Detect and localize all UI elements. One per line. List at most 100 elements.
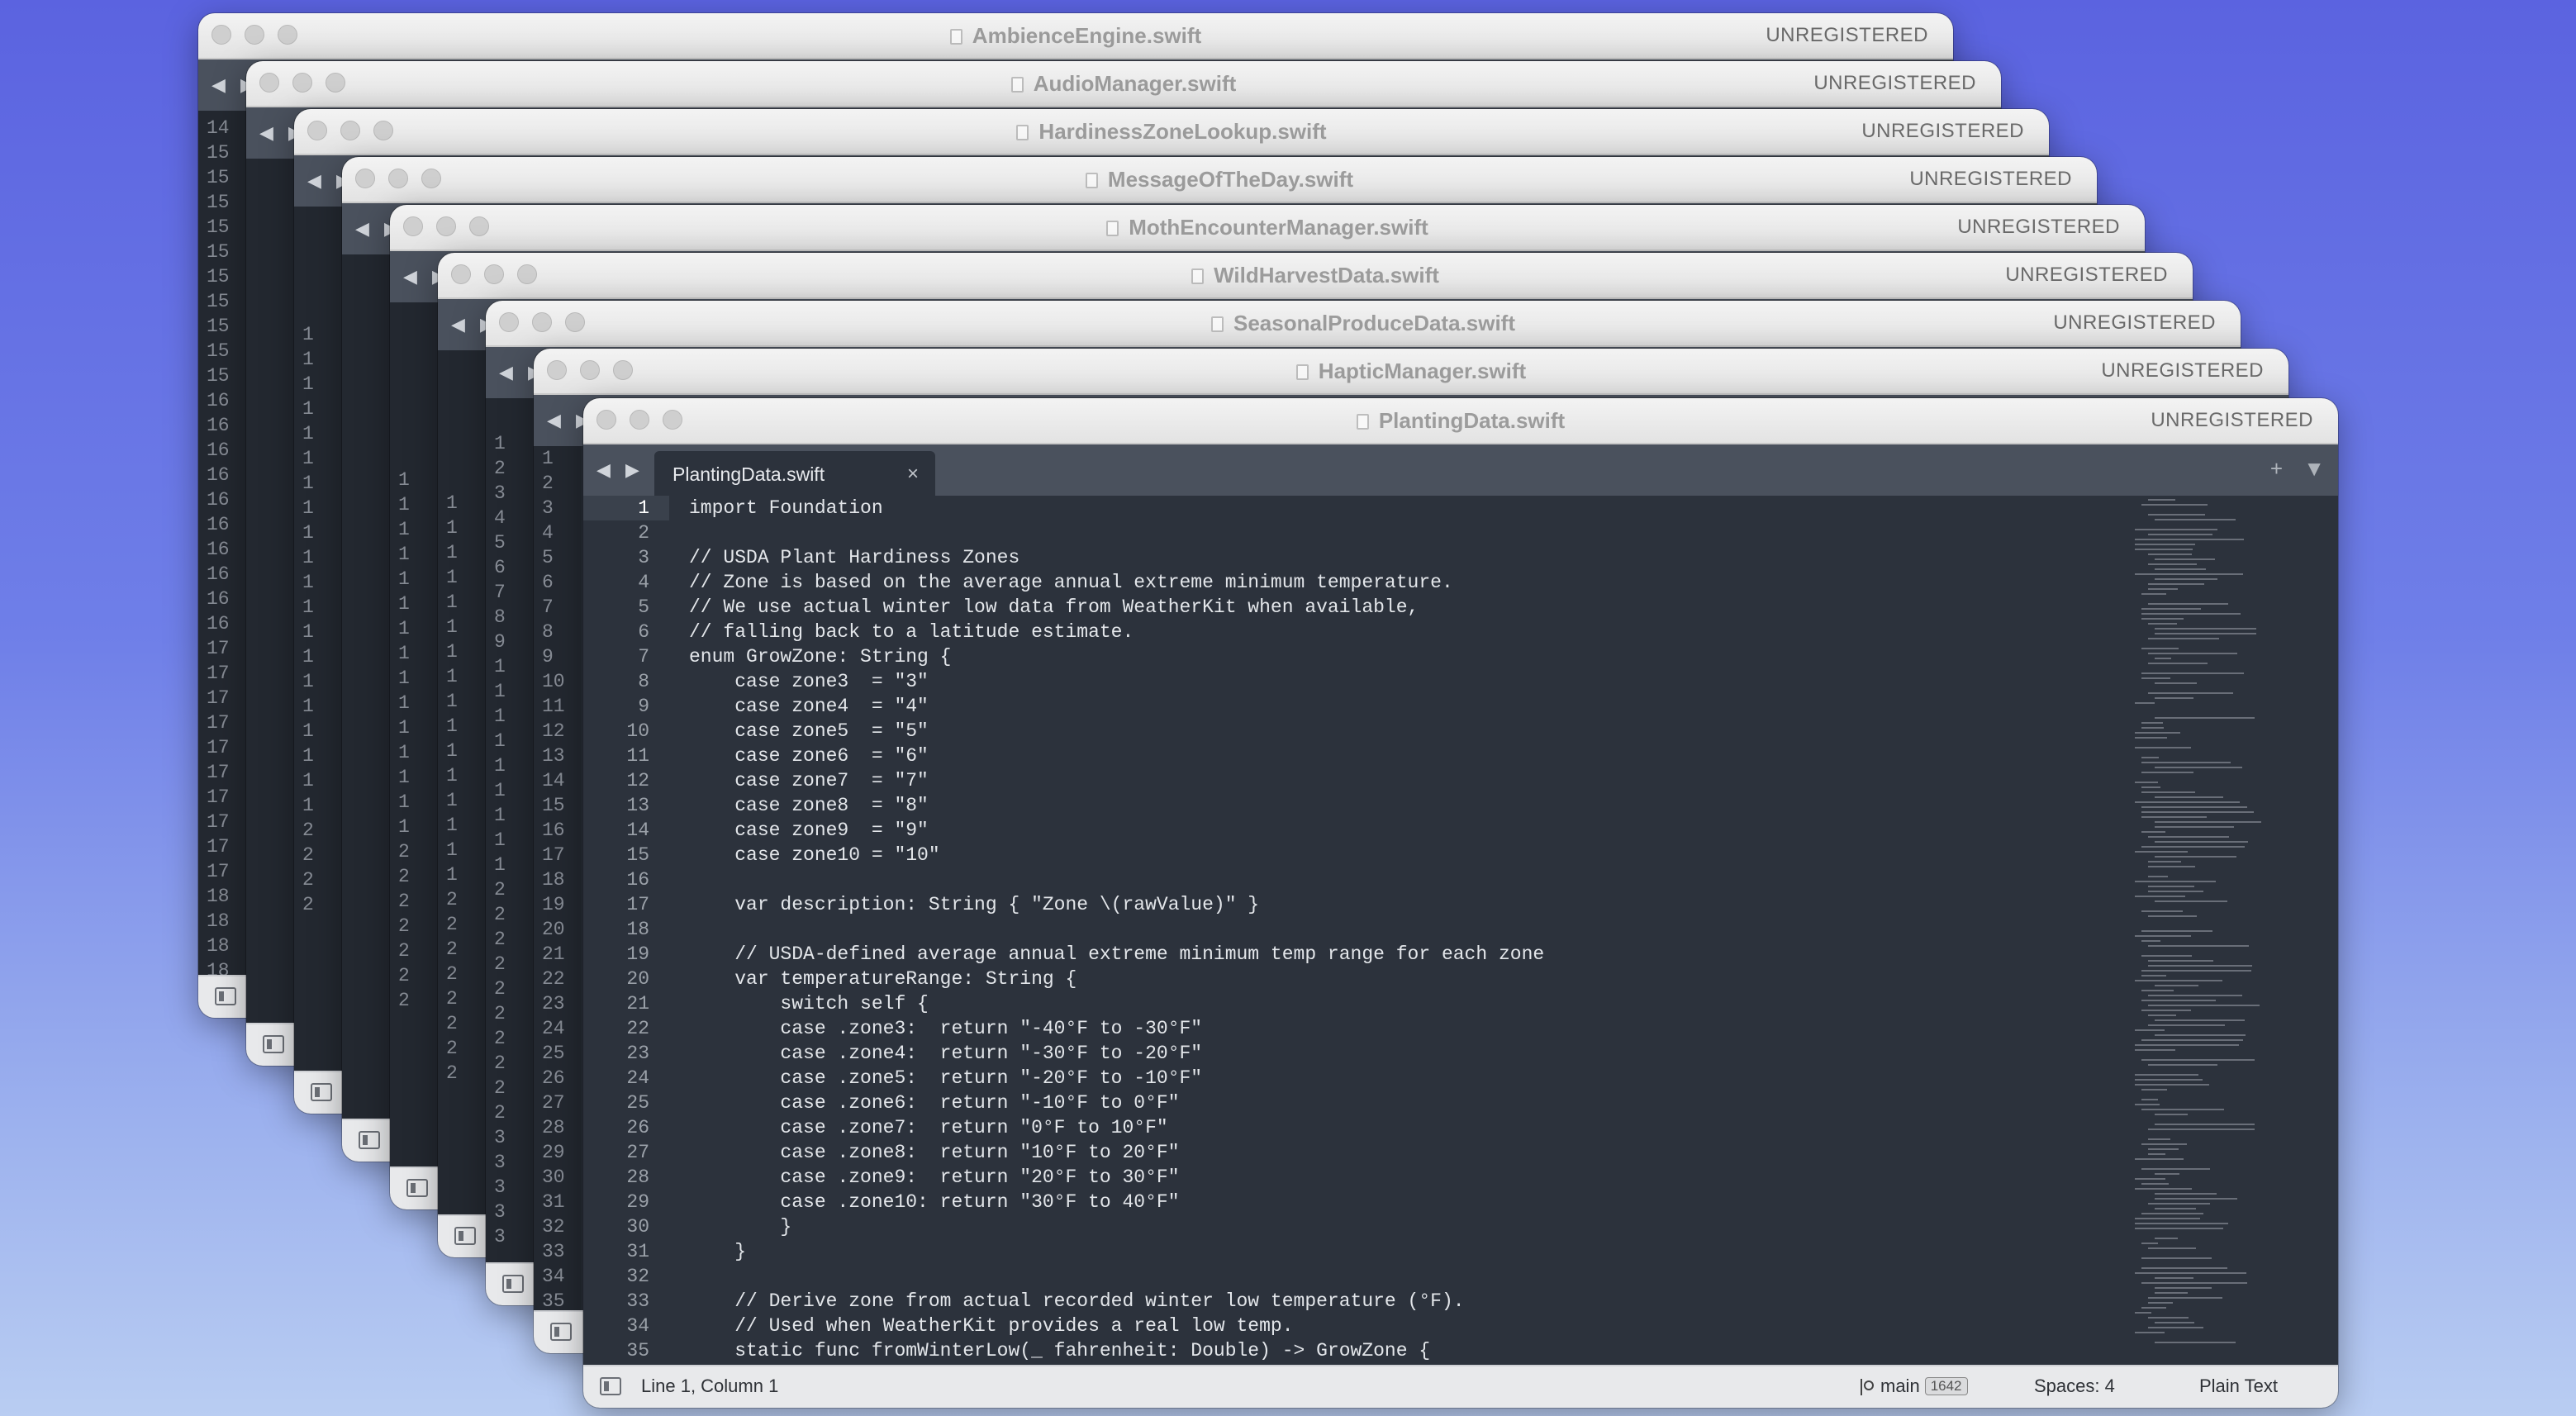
unregistered-label: UNREGISTERED [1813,72,1976,94]
window-title: WildHarvestData.swift [438,253,2193,297]
file-icon [1106,221,1119,236]
close-icon[interactable]: × [907,451,919,497]
code-line[interactable] [689,520,2123,545]
minimap-line [2141,1039,2243,1041]
code-line[interactable]: // Derive zone from actual recorded wint… [689,1289,2123,1314]
window-titlebar[interactable]: WildHarvestData.swift UNREGISTERED [438,253,2193,299]
syntax-selector[interactable]: Plain Text [2199,1366,2278,1406]
code-line[interactable]: case .zone4: return "-30°F to -20°F" [689,1041,2123,1066]
code-line[interactable]: case .zone6: return "-10°F to 0°F" [689,1091,2123,1115]
line-number: 23 [626,1043,649,1064]
window-titlebar[interactable]: SeasonalProduceData.swift UNREGISTERED [486,301,2241,347]
code-text[interactable]: import Foundation // USDA Plant Hardiness… [689,496,2123,1363]
line-number: 1 [446,864,458,886]
window-titlebar[interactable]: HardinessZoneLookup.swift UNREGISTERED [294,109,2049,155]
sidebar-toggle-icon[interactable] [263,1035,284,1053]
tab-plantingdata[interactable]: PlantingData.swift × [654,451,935,497]
tab-nav-arrows[interactable]: ◀ ▶ [596,459,644,481]
window-title-text: AudioManager.swift [1033,71,1237,96]
unregistered-label: UNREGISTERED [2005,264,2168,286]
code-line[interactable]: static func fromWinterLow(_ fahrenheit: … [689,1338,2123,1363]
cursor-position[interactable]: Line 1, Column 1 [641,1366,778,1406]
line-number: 17 [207,638,230,659]
code-line[interactable]: case .zone10: return "30°F to 40°F" [689,1190,2123,1214]
line-number: 2 [446,1038,458,1059]
minimap-line [2141,975,2166,976]
window-titlebar[interactable]: PlantingData.swift UNREGISTERED [583,398,2338,444]
code-line[interactable]: case zone8 = "8" [689,793,2123,818]
code-line[interactable]: switch self { [689,991,2123,1016]
minimap-line [2141,593,2166,595]
sidebar-toggle-icon[interactable] [215,987,236,1005]
sidebar-toggle-icon[interactable] [600,1377,621,1395]
code-line[interactable]: // USDA-defined average annual extreme m… [689,942,2123,967]
sidebar-toggle-icon[interactable] [502,1275,524,1293]
minimap-line [2148,623,2177,625]
minimap-line [2148,1129,2255,1130]
code-line[interactable]: // USDA Plant Hardiness Zones [689,545,2123,570]
minimap[interactable] [2128,496,2335,1366]
line-number: 17 [542,844,565,866]
code-line[interactable]: import Foundation [689,496,2123,520]
code-line[interactable]: var description: String { "Zone \(rawVal… [689,892,2123,917]
window-titlebar[interactable]: AudioManager.swift UNREGISTERED [246,61,2001,107]
sidebar-toggle-icon[interactable] [550,1323,572,1341]
line-number: 6 [494,557,506,578]
minimap-line [2155,985,2198,986]
code-line[interactable]: case .zone9: return "20°F to 30°F" [689,1165,2123,1190]
file-icon [1356,414,1369,430]
code-line[interactable]: case zone9 = "9" [689,818,2123,843]
code-line[interactable]: case .zone8: return "10°F to 20°F" [689,1140,2123,1165]
code-line[interactable]: case zone4 = "4" [689,694,2123,719]
line-number: 2 [398,940,410,962]
code-line[interactable]: } [689,1239,2123,1264]
sidebar-toggle-icon[interactable] [454,1227,476,1245]
code-line[interactable]: // falling back to a latitude estimate. [689,620,2123,644]
code-line[interactable]: case .zone5: return "-20°F to -10°F" [689,1066,2123,1091]
line-number: 1 [302,373,314,395]
minimap-line [2148,1327,2203,1328]
minimap-line [2141,1000,2216,1001]
window-titlebar[interactable]: HapticManager.swift UNREGISTERED [534,349,2288,395]
code-line[interactable]: case zone6 = "6" [689,744,2123,768]
window-titlebar[interactable]: MessageOfTheDay.swift UNREGISTERED [342,157,2097,203]
code-line[interactable]: case .zone7: return "0°F to 10°F" [689,1115,2123,1140]
code-line[interactable]: // Used when WeatherKit provides a real … [689,1314,2123,1338]
code-line[interactable]: case zone7 = "7" [689,768,2123,793]
line-number: 2 [398,965,410,986]
window-titlebar[interactable]: MothEncounterManager.swift UNREGISTERED [390,205,2145,251]
code-line[interactable]: // Zone is based on the average annual e… [689,570,2123,595]
code-line[interactable]: // We use actual winter low data from We… [689,595,2123,620]
minimap-line [2148,663,2208,664]
line-number: 21 [542,943,565,965]
code-line[interactable]: case zone5 = "5" [689,719,2123,744]
indentation-setting[interactable]: Spaces: 4 [2034,1366,2115,1406]
minimap-line [2141,1257,2212,1259]
sidebar-toggle-icon[interactable] [359,1131,380,1149]
window-title: HapticManager.swift [534,349,2288,393]
code-line[interactable]: case zone3 = "3" [689,669,2123,694]
sidebar-toggle-icon[interactable] [311,1083,332,1101]
window-titlebar[interactable]: AmbienceEngine.swift UNREGISTERED [198,13,1953,59]
git-branch[interactable]: main 1642 [1861,1366,1968,1406]
line-number: 1 [302,572,314,593]
code-line[interactable] [689,867,2123,892]
line-number: 17 [207,811,230,833]
line-number: 20 [626,968,649,990]
chevron-down-icon[interactable]: ▼ [2303,456,2325,481]
minimap-line [2141,772,2193,773]
code-line[interactable]: var temperatureRange: String { [689,967,2123,991]
code-line[interactable]: enum GrowZone: String { [689,644,2123,669]
minimap-line [2141,955,2192,957]
code-line[interactable]: case .zone3: return "-40°F to -30°F" [689,1016,2123,1041]
code-line[interactable] [689,1264,2123,1289]
code-line[interactable] [689,917,2123,942]
minimap-line [2155,519,2236,520]
code-line[interactable]: } [689,1214,2123,1239]
minimap-line [2155,1208,2196,1209]
code-editor[interactable]: 1 2 3 4 5 6 7 8 9 10 11 12 13 14 15 16 17 18 19 20 21 22 23 24 2… [583,496,2338,1366]
editor-window-front[interactable]: PlantingData.swift UNREGISTERED ◀ ▶ Plan… [583,398,2338,1408]
code-line[interactable]: case zone10 = "10" [689,843,2123,867]
plus-icon[interactable]: + [2270,456,2283,481]
sidebar-toggle-icon[interactable] [406,1179,428,1197]
